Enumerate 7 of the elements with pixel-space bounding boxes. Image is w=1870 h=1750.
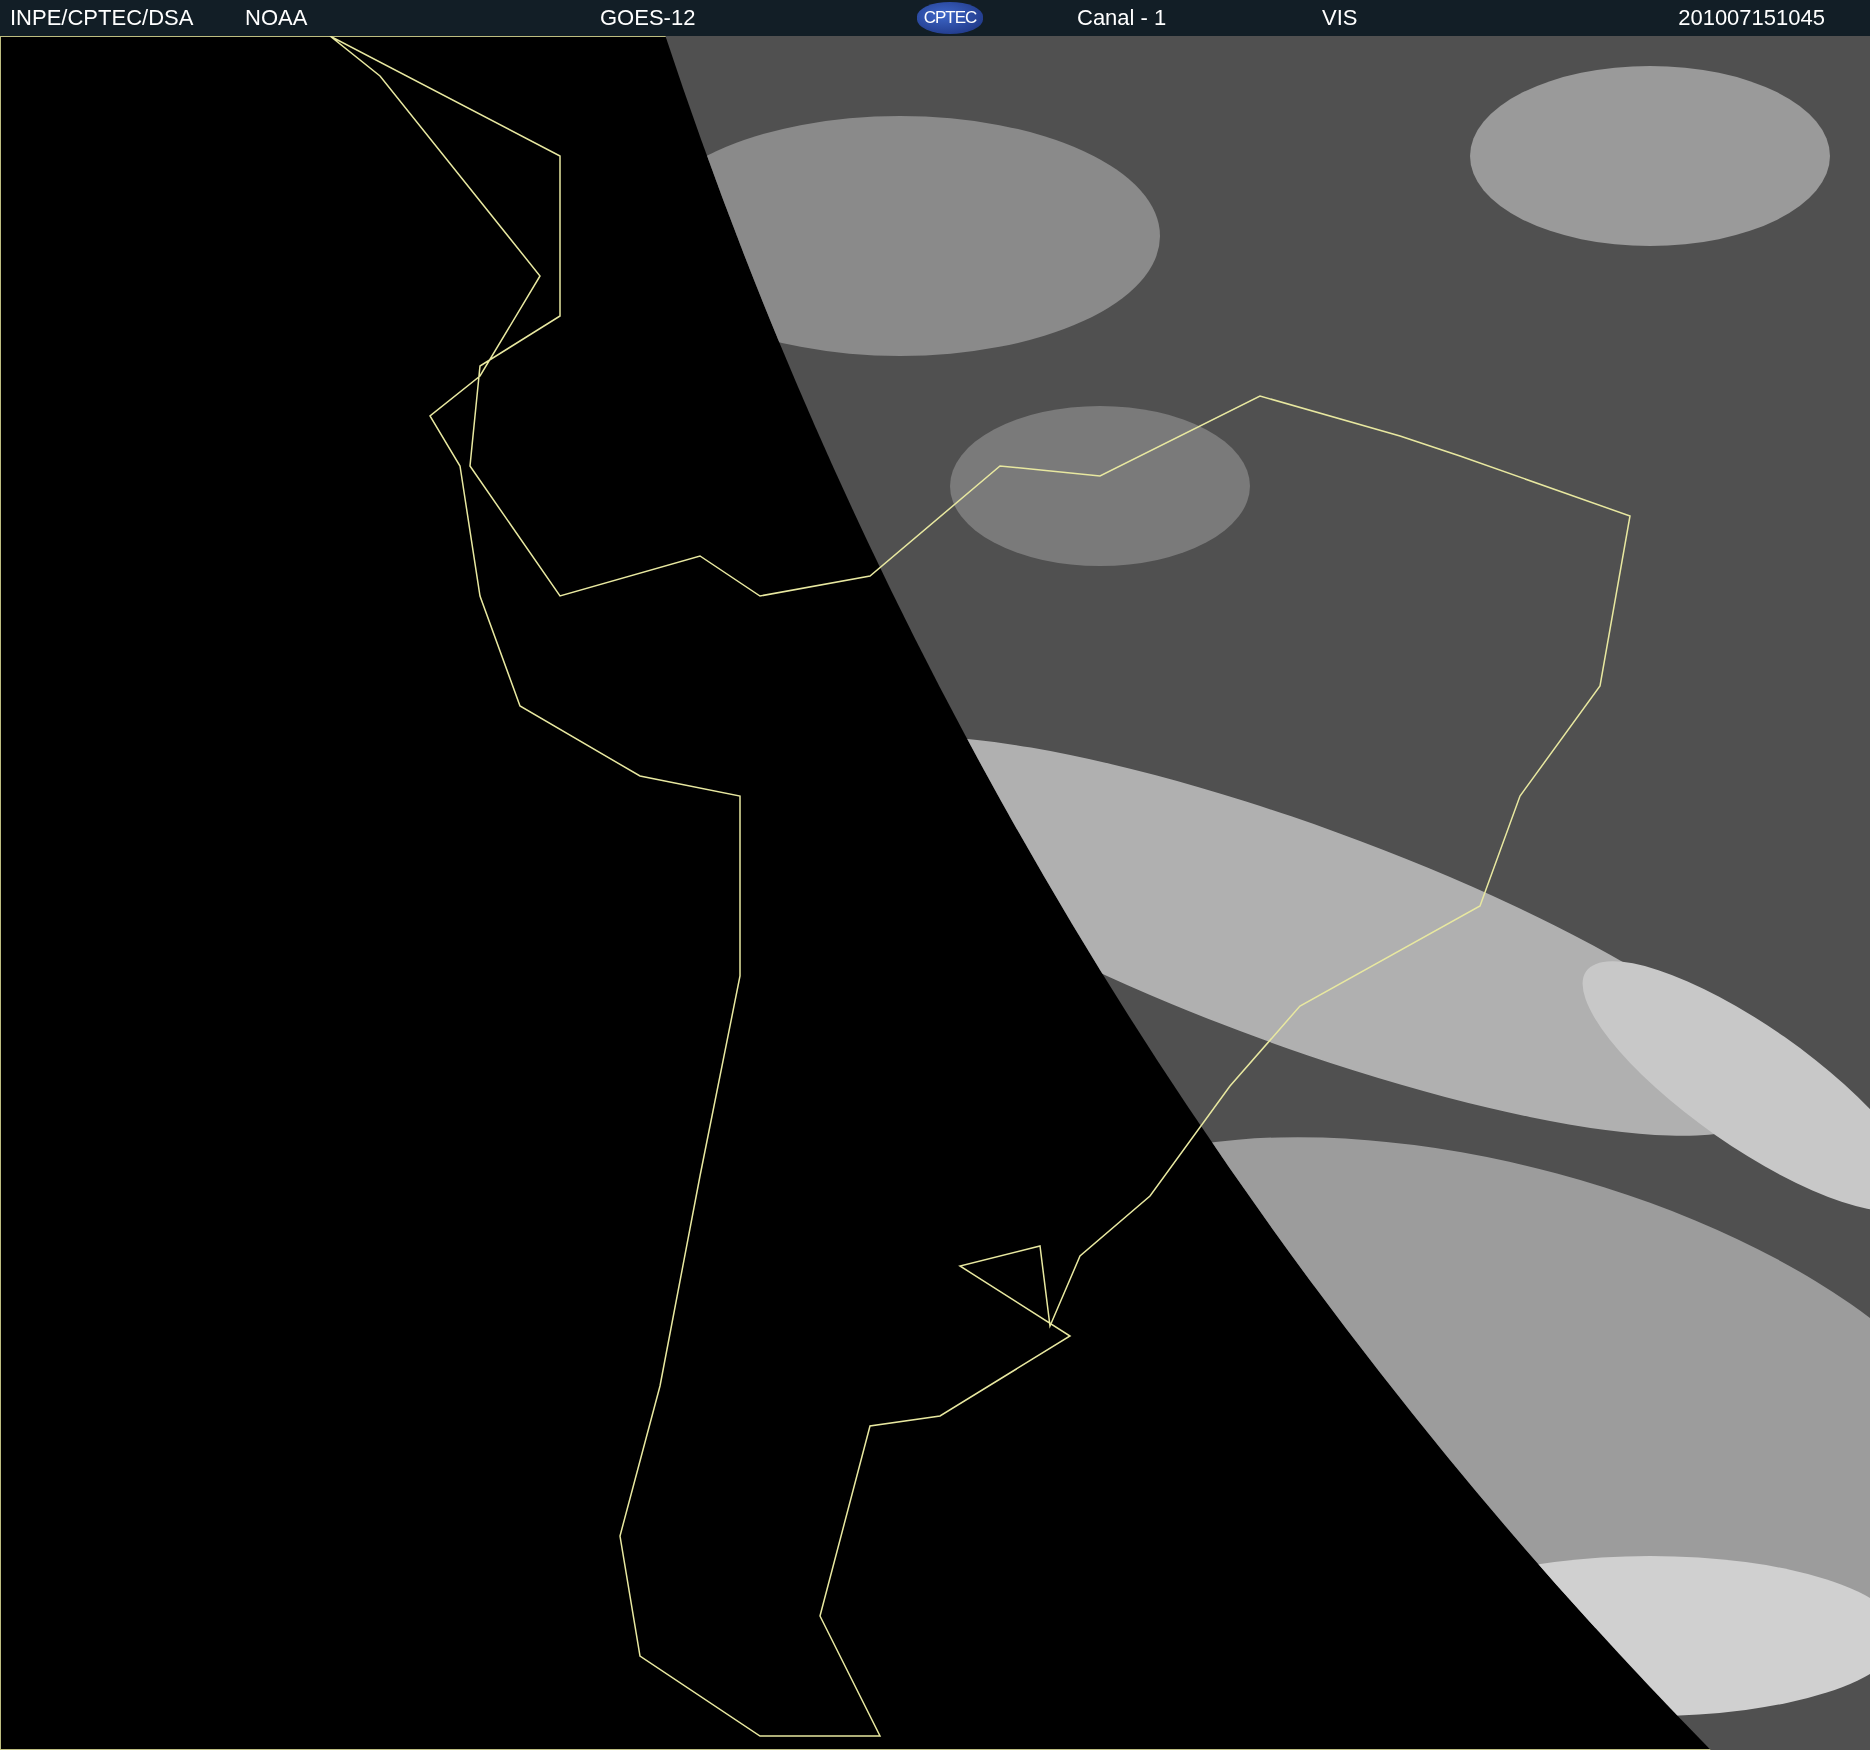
- logo: CPTEC: [917, 2, 983, 34]
- institution-label: INPE/CPTEC/DSA: [10, 4, 195, 32]
- satellite-label: GOES-12: [600, 4, 697, 32]
- channel-label: Canal - 1: [1077, 4, 1168, 32]
- timestamp-label: 201007151045: [1678, 4, 1825, 32]
- agency-label: NOAA: [245, 4, 309, 32]
- band-label: VIS: [1322, 4, 1359, 32]
